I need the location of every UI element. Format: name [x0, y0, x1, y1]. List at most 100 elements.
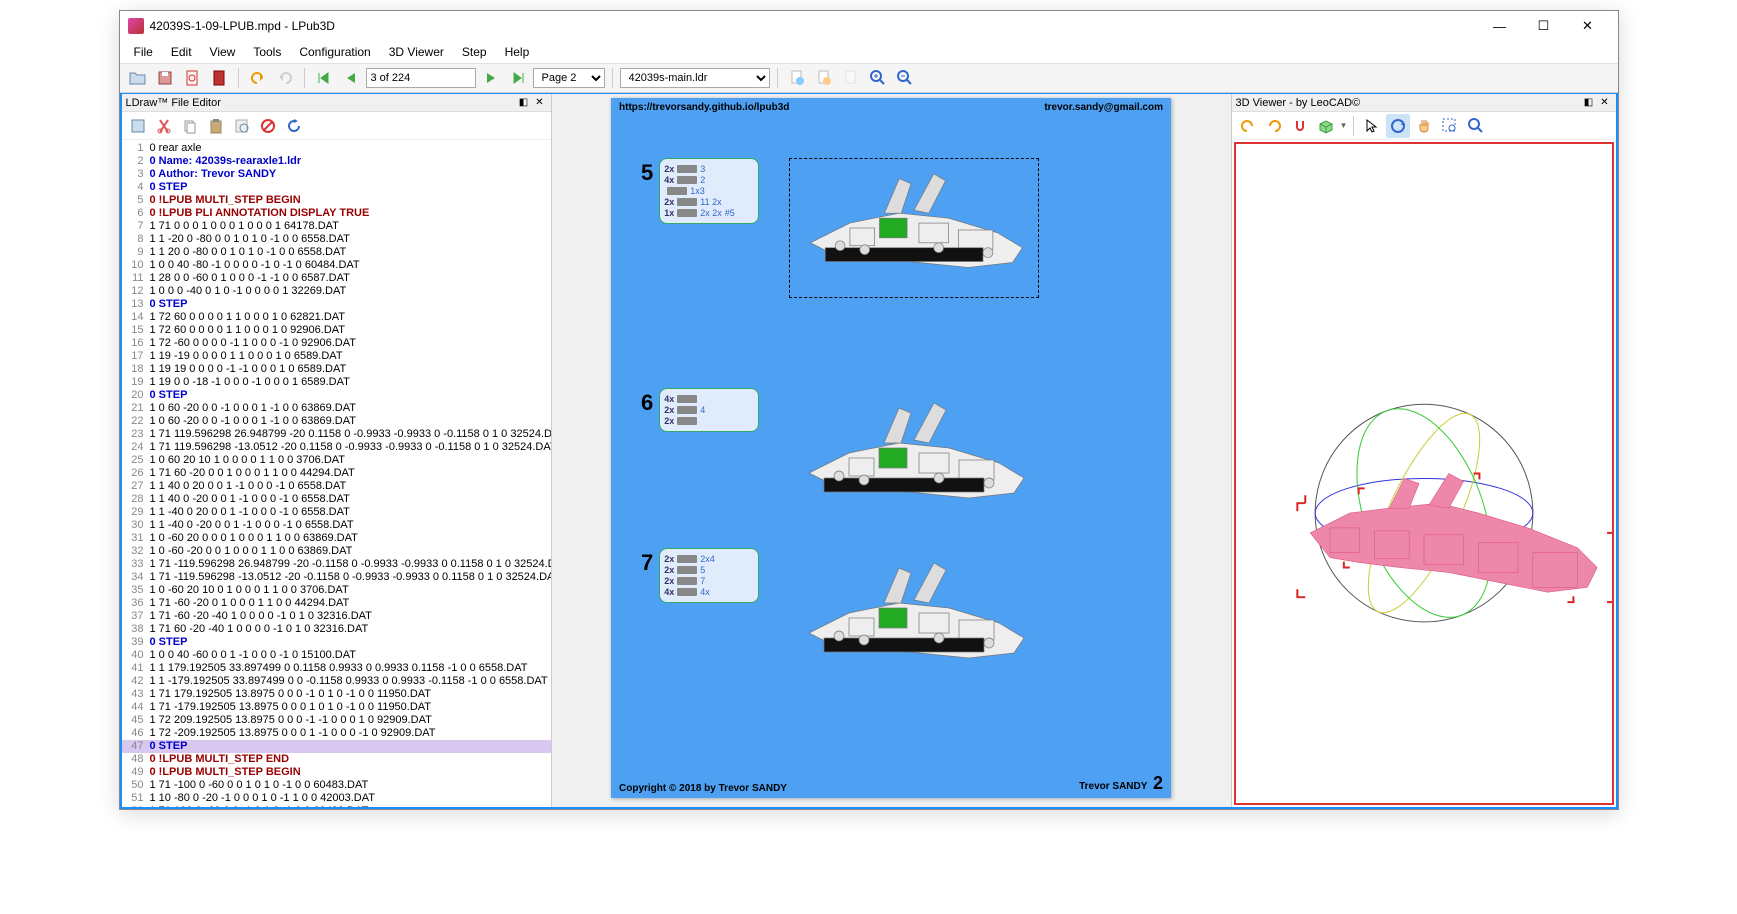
editor-line[interactable]: 511 10 -80 0 -20 -1 0 0 0 1 0 -1 1 0 0 4…	[122, 792, 551, 805]
viewer-float-button[interactable]: ◧	[1582, 96, 1596, 110]
menu-file[interactable]: File	[126, 43, 161, 61]
editor-line[interactable]: 151 72 60 0 0 0 0 1 1 0 0 0 1 0 92906.DA…	[122, 324, 551, 337]
editor-line[interactable]: 490 !LPUB MULTI_STEP BEGIN	[122, 766, 551, 779]
pli-box[interactable]: 2x2x42x52x74x4x	[659, 548, 759, 603]
export-pdf-button[interactable]	[180, 66, 204, 90]
pli-box[interactable]: 4x2x42x	[659, 388, 759, 432]
editor-find-button[interactable]	[230, 114, 254, 138]
minimize-button[interactable]: —	[1478, 12, 1522, 40]
editor-float-button[interactable]: ◧	[517, 96, 531, 110]
viewer-select-button[interactable]	[1360, 114, 1384, 138]
editor-line[interactable]: 111 28 0 0 -60 0 1 0 0 0 -1 -1 0 0 6587.…	[122, 272, 551, 285]
editor-line[interactable]: 301 1 -40 0 -20 0 0 1 -1 0 0 0 -1 0 6558…	[122, 519, 551, 532]
editor-line[interactable]: 20 Name: 42039s-rearaxle1.ldr	[122, 155, 551, 168]
viewer-rotate-button[interactable]	[1386, 114, 1410, 138]
viewer-undo-button[interactable]	[1236, 114, 1260, 138]
menu-edit[interactable]: Edit	[163, 43, 200, 61]
editor-line[interactable]: 501 71 -100 0 -60 0 0 1 0 1 0 -1 0 0 604…	[122, 779, 551, 792]
delete-page-button[interactable]	[839, 66, 863, 90]
page-select[interactable]: Page 2	[533, 68, 605, 88]
insert-page-button[interactable]	[785, 66, 809, 90]
editor-refresh-button[interactable]	[282, 114, 306, 138]
last-page-button[interactable]	[506, 66, 530, 90]
editor-line[interactable]: 91 1 20 0 -80 0 0 1 0 1 0 -1 0 0 6558.DA…	[122, 246, 551, 259]
append-page-button[interactable]	[812, 66, 836, 90]
editor-copy-button[interactable]	[178, 114, 202, 138]
open-file-button[interactable]	[126, 66, 150, 90]
editor-line[interactable]: 411 1 179.192505 33.897499 0 0.1158 0.99…	[122, 662, 551, 675]
editor-line[interactable]: 71 71 0 0 0 1 0 0 0 1 0 0 0 1 64178.DAT	[122, 220, 551, 233]
page-number-input[interactable]	[366, 68, 476, 88]
editor-line[interactable]: 441 71 -179.192505 13.8975 0 0 0 1 0 1 0…	[122, 701, 551, 714]
editor-line[interactable]: 480 !LPUB MULTI_STEP END	[122, 753, 551, 766]
first-page-button[interactable]	[312, 66, 336, 90]
editor-select-all-button[interactable]	[126, 114, 150, 138]
viewer-pan-button[interactable]	[1412, 114, 1436, 138]
pli-box[interactable]: 2x34x21x32x11 2x1x2x 2x#5	[659, 158, 759, 224]
assembly-image[interactable]	[789, 388, 1039, 528]
editor-line[interactable]: 390 STEP	[122, 636, 551, 649]
editor-line[interactable]: 200 STEP	[122, 389, 551, 402]
editor-line[interactable]: 81 1 -20 0 -80 0 0 1 0 1 0 -1 0 0 6558.D…	[122, 233, 551, 246]
editor-line[interactable]: 60 !LPUB PLI ANNOTATION DISPLAY TRUE	[122, 207, 551, 220]
editor-line[interactable]: 161 72 -60 0 0 0 0 -1 1 0 0 0 -1 0 92906…	[122, 337, 551, 350]
editor-line[interactable]: 361 71 -60 -20 0 1 0 0 0 1 1 0 0 44294.D…	[122, 597, 551, 610]
redo-button[interactable]	[273, 66, 297, 90]
next-page-button[interactable]	[479, 66, 503, 90]
undo-button[interactable]	[246, 66, 270, 90]
viewer-brick-button[interactable]	[1314, 114, 1338, 138]
editor-line[interactable]: 470 STEP	[122, 740, 551, 753]
editor-text-area[interactable]: 10 rear axle20 Name: 42039s-rearaxle1.ld…	[122, 140, 551, 807]
save-button[interactable]	[153, 66, 177, 90]
editor-line[interactable]: 40 STEP	[122, 181, 551, 194]
viewer-canvas[interactable]	[1234, 142, 1614, 805]
step-6[interactable]: 64x2x42x	[641, 388, 1039, 528]
viewer-close-button[interactable]: ✕	[1598, 96, 1612, 110]
editor-close-button[interactable]: ✕	[533, 96, 547, 110]
prev-page-button[interactable]	[339, 66, 363, 90]
editor-line[interactable]: 311 0 -60 20 0 0 0 1 0 0 0 1 1 0 0 63869…	[122, 532, 551, 545]
editor-cut-button[interactable]	[152, 114, 176, 138]
editor-line[interactable]: 461 72 -209.192505 13.8975 0 0 0 1 -1 0 …	[122, 727, 551, 740]
print-button[interactable]	[207, 66, 231, 90]
maximize-button[interactable]: ☐	[1522, 12, 1566, 40]
menu-configuration[interactable]: Configuration	[291, 43, 378, 61]
menu-view[interactable]: View	[202, 43, 244, 61]
editor-line[interactable]: 211 0 60 -20 0 0 -1 0 0 0 1 -1 0 0 63869…	[122, 402, 551, 415]
editor-line[interactable]: 141 72 60 0 0 0 0 1 1 0 0 0 1 0 62821.DA…	[122, 311, 551, 324]
menu-tools[interactable]: Tools	[245, 43, 289, 61]
viewer-zoom-region-button[interactable]	[1438, 114, 1462, 138]
editor-line[interactable]: 341 71 -119.596298 -13.0512 -20 -0.1158 …	[122, 571, 551, 584]
editor-line[interactable]: 50 !LPUB MULTI_STEP BEGIN	[122, 194, 551, 207]
editor-line[interactable]: 451 72 209.192505 13.8975 0 0 0 -1 -1 0 …	[122, 714, 551, 727]
editor-line[interactable]: 401 0 0 40 -60 0 0 1 -1 0 0 0 -1 0 15100…	[122, 649, 551, 662]
viewer-redo-button[interactable]	[1262, 114, 1286, 138]
editor-line[interactable]: 171 19 -19 0 0 0 0 1 1 0 0 0 1 0 6589.DA…	[122, 350, 551, 363]
editor-line[interactable]: 130 STEP	[122, 298, 551, 311]
editor-line[interactable]: 381 71 60 -20 -40 1 0 0 0 0 -1 0 1 0 323…	[122, 623, 551, 636]
editor-line[interactable]: 291 1 -40 0 20 0 0 1 -1 0 0 0 -1 0 6558.…	[122, 506, 551, 519]
editor-line[interactable]: 181 19 19 0 0 0 0 -1 -1 0 0 0 1 0 6589.D…	[122, 363, 551, 376]
viewer-zoom-button[interactable]	[1464, 114, 1488, 138]
editor-line[interactable]: 231 71 119.596298 26.948799 -20 0.1158 0…	[122, 428, 551, 441]
editor-line[interactable]: 101 0 0 40 -80 -1 0 0 0 0 -1 0 -1 0 6048…	[122, 259, 551, 272]
editor-line[interactable]: 521 71 100 0 -60 0 0 -1 0 1 0 -1 0 0 604…	[122, 805, 551, 807]
editor-line[interactable]: 271 1 40 0 20 0 0 1 -1 0 0 0 -1 0 6558.D…	[122, 480, 551, 493]
menu-step[interactable]: Step	[454, 43, 495, 61]
assembly-image[interactable]	[789, 548, 1039, 688]
editor-line[interactable]: 121 0 0 0 -40 0 1 0 -1 0 0 0 0 1 32269.D…	[122, 285, 551, 298]
step-7[interactable]: 72x2x42x52x74x4x	[641, 548, 1039, 688]
editor-line[interactable]: 371 71 -60 -20 -40 1 0 0 0 0 -1 0 1 0 32…	[122, 610, 551, 623]
editor-line[interactable]: 191 19 0 0 -18 -1 0 0 0 -1 0 0 0 1 6589.…	[122, 376, 551, 389]
editor-line[interactable]: 431 71 179.192505 13.8975 0 0 0 -1 0 1 0…	[122, 688, 551, 701]
editor-line[interactable]: 261 71 60 -20 0 0 1 0 0 0 1 1 0 0 44294.…	[122, 467, 551, 480]
editor-line[interactable]: 321 0 -60 -20 0 0 1 0 0 0 1 1 0 0 63869.…	[122, 545, 551, 558]
editor-line[interactable]: 351 0 -60 20 10 0 1 0 0 0 1 1 0 0 3706.D…	[122, 584, 551, 597]
editor-line[interactable]: 331 71 -119.596298 26.948799 -20 -0.1158…	[122, 558, 551, 571]
editor-line[interactable]: 251 0 60 20 10 1 0 0 0 0 1 1 0 0 3706.DA…	[122, 454, 551, 467]
editor-line[interactable]: 421 1 -179.192505 33.897499 0 0 -0.1158 …	[122, 675, 551, 688]
editor-paste-button[interactable]	[204, 114, 228, 138]
editor-delete-button[interactable]	[256, 114, 280, 138]
zoom-out-button[interactable]	[893, 66, 917, 90]
editor-line[interactable]: 221 0 60 -20 0 0 -1 0 0 0 1 -1 0 0 63869…	[122, 415, 551, 428]
